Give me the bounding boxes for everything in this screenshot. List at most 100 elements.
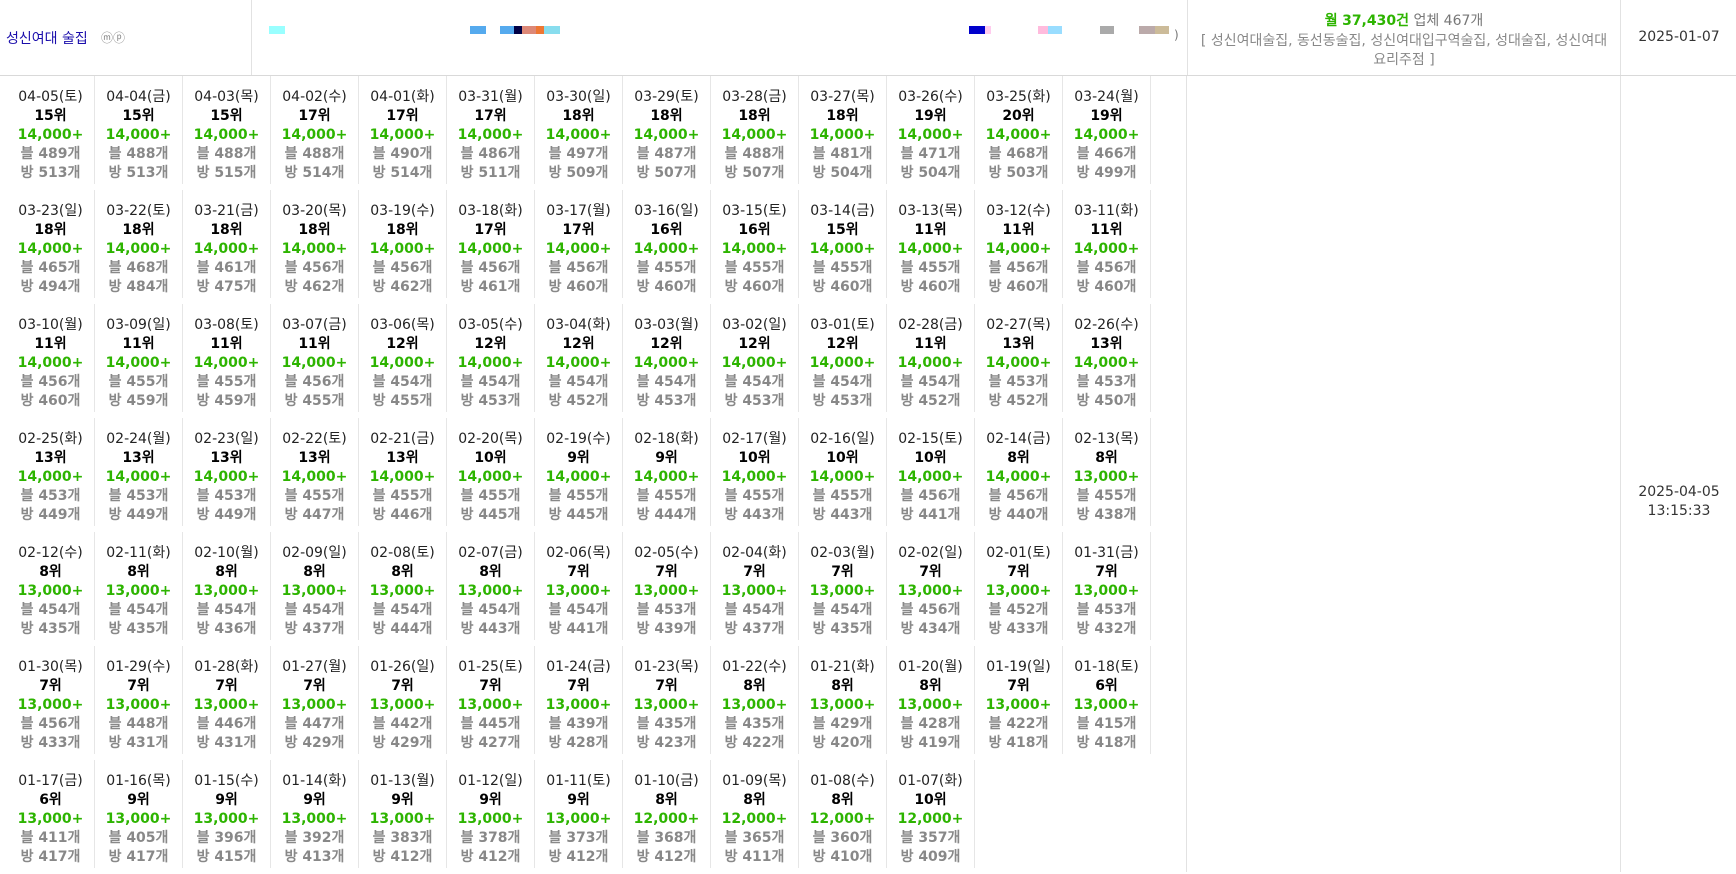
day-rank: 13위 <box>386 450 419 466</box>
day-date: 03-08(토) <box>194 317 259 333</box>
day-blog-count: 블 455개 <box>1076 488 1137 504</box>
keyword-mp-icons[interactable]: ⓜⓟ <box>101 29 125 46</box>
color-swatch <box>985 26 991 34</box>
day-room-count: 방 511개 <box>460 165 521 181</box>
day-cell: 01-25(토) 7위 13,000+ 블 445개 방 427개 <box>447 646 535 754</box>
day-rank: 11위 <box>122 336 155 352</box>
keyword-link[interactable]: 성신여대 술집 <box>6 28 88 48</box>
day-room-count: 방 412개 <box>636 849 697 865</box>
day-date: 03-21(금) <box>194 203 259 219</box>
day-date: 02-12(수) <box>18 545 83 561</box>
day-room-count: 방 433개 <box>988 621 1049 637</box>
day-room-count: 방 435개 <box>812 621 873 637</box>
day-cell: 02-05(수) 7위 13,000+ 블 453개 방 439개 <box>623 532 711 640</box>
day-date: 02-16(일) <box>810 431 875 447</box>
day-blog-count: 블 490개 <box>372 146 433 162</box>
day-rank: 20위 <box>1002 108 1035 124</box>
day-rank: 12위 <box>650 336 683 352</box>
day-date: 03-29(토) <box>634 89 699 105</box>
day-room-count: 방 453개 <box>636 393 697 409</box>
day-date: 01-21(화) <box>810 659 875 675</box>
day-volume: 13,000+ <box>457 811 524 827</box>
day-cell: 03-15(토) 16위 14,000+ 블 455개 방 460개 <box>711 190 799 298</box>
day-rank: 9위 <box>303 792 326 808</box>
day-rank: 12위 <box>386 336 419 352</box>
color-swatch <box>522 26 536 34</box>
day-blog-count: 블 456개 <box>372 260 433 276</box>
day-cell: 03-29(토) 18위 14,000+ 블 487개 방 507개 <box>623 76 711 184</box>
day-volume: 14,000+ <box>721 469 788 485</box>
day-cell: 03-19(수) 18위 14,000+ 블 456개 방 462개 <box>359 190 447 298</box>
day-room-count: 방 418개 <box>988 735 1049 751</box>
day-blog-count: 블 454개 <box>636 374 697 390</box>
day-rank: 8위 <box>1007 450 1030 466</box>
day-cell: 04-05(토) 15위 14,000+ 블 489개 방 513개 <box>7 76 95 184</box>
day-blog-count: 블 368개 <box>636 830 697 846</box>
day-volume: 13,000+ <box>193 697 260 713</box>
day-rank: 8위 <box>1095 450 1118 466</box>
day-blog-count: 블 488개 <box>284 146 345 162</box>
day-blog-count: 블 456개 <box>988 260 1049 276</box>
day-rank: 13위 <box>122 450 155 466</box>
day-cell: 01-30(목) 7위 13,000+ 블 456개 방 433개 <box>7 646 95 754</box>
day-date: 02-17(월) <box>722 431 787 447</box>
day-cell: 03-24(월) 19위 14,000+ 블 466개 방 499개 <box>1063 76 1151 184</box>
day-date: 03-23(일) <box>18 203 83 219</box>
day-cell: 02-07(금) 8위 13,000+ 블 454개 방 443개 <box>447 532 535 640</box>
day-cell: 03-03(월) 12위 14,000+ 블 454개 방 453개 <box>623 304 711 412</box>
day-volume: 13,000+ <box>985 583 1052 599</box>
day-rank: 18위 <box>298 222 331 238</box>
day-blog-count: 블 455개 <box>284 488 345 504</box>
color-swatch <box>500 26 514 34</box>
day-rank: 15위 <box>210 108 243 124</box>
day-cell: 02-14(금) 8위 14,000+ 블 456개 방 440개 <box>975 418 1063 526</box>
day-cell: 04-04(금) 15위 14,000+ 블 488개 방 513개 <box>95 76 183 184</box>
day-room-count: 방 444개 <box>636 507 697 523</box>
day-room-count: 방 459개 <box>196 393 257 409</box>
day-volume: 13,000+ <box>105 811 172 827</box>
day-cell: 03-12(수) 11위 14,000+ 블 456개 방 460개 <box>975 190 1063 298</box>
day-room-count: 방 444개 <box>372 621 433 637</box>
business-label: 업체 <box>1413 13 1440 29</box>
day-room-count: 방 450개 <box>1076 393 1137 409</box>
day-volume: 14,000+ <box>17 127 84 143</box>
day-room-count: 방 462개 <box>284 279 345 295</box>
last-updated-date: 2025-04-05 <box>1638 484 1720 500</box>
day-rank: 10위 <box>914 450 947 466</box>
day-volume: 14,000+ <box>633 127 700 143</box>
day-rank: 11위 <box>34 336 67 352</box>
day-date: 02-25(화) <box>18 431 83 447</box>
day-cell: 01-18(토) 6위 13,000+ 블 415개 방 418개 <box>1063 646 1151 754</box>
day-volume: 13,000+ <box>985 697 1052 713</box>
daily-rank-area: 04-05(토) 15위 14,000+ 블 489개 방 513개 04-04(금) 15… <box>0 76 1187 872</box>
day-blog-count: 블 453개 <box>196 488 257 504</box>
day-volume: 13,000+ <box>281 583 348 599</box>
day-date: 01-30(목) <box>18 659 83 675</box>
day-date: 04-02(수) <box>282 89 347 105</box>
day-volume: 13,000+ <box>369 583 436 599</box>
color-swatch <box>1155 26 1169 34</box>
day-date: 01-09(목) <box>722 773 787 789</box>
day-rank: 7위 <box>655 564 678 580</box>
day-rank: 18위 <box>738 108 771 124</box>
day-rank: 8위 <box>39 564 62 580</box>
day-cell: 01-08(수) 8위 12,000+ 블 360개 방 410개 <box>799 760 887 868</box>
day-date: 01-27(월) <box>282 659 347 675</box>
day-rank: 12위 <box>826 336 859 352</box>
day-volume: 14,000+ <box>985 241 1052 257</box>
day-date: 01-07(화) <box>898 773 963 789</box>
day-room-count: 방 431개 <box>196 735 257 751</box>
day-rank: 15위 <box>34 108 67 124</box>
day-room-count: 방 507개 <box>724 165 785 181</box>
day-blog-count: 블 455개 <box>460 488 521 504</box>
keyword-stats-cell: 월 37,430건 업체 467개 [ 성신여대술집, 동선동술집, 성신여대입… <box>1187 0 1620 75</box>
day-blog-count: 블 454개 <box>812 602 873 618</box>
day-volume: 13,000+ <box>17 811 84 827</box>
day-rank: 11위 <box>1002 222 1035 238</box>
day-rank: 7위 <box>567 564 590 580</box>
day-blog-count: 블 468개 <box>988 146 1049 162</box>
day-blog-count: 블 456개 <box>900 602 961 618</box>
day-cell: 01-31(금) 7위 13,000+ 블 453개 방 432개 <box>1063 532 1151 640</box>
day-date: 03-09(일) <box>106 317 171 333</box>
day-cell: 01-16(목) 9위 13,000+ 블 405개 방 417개 <box>95 760 183 868</box>
